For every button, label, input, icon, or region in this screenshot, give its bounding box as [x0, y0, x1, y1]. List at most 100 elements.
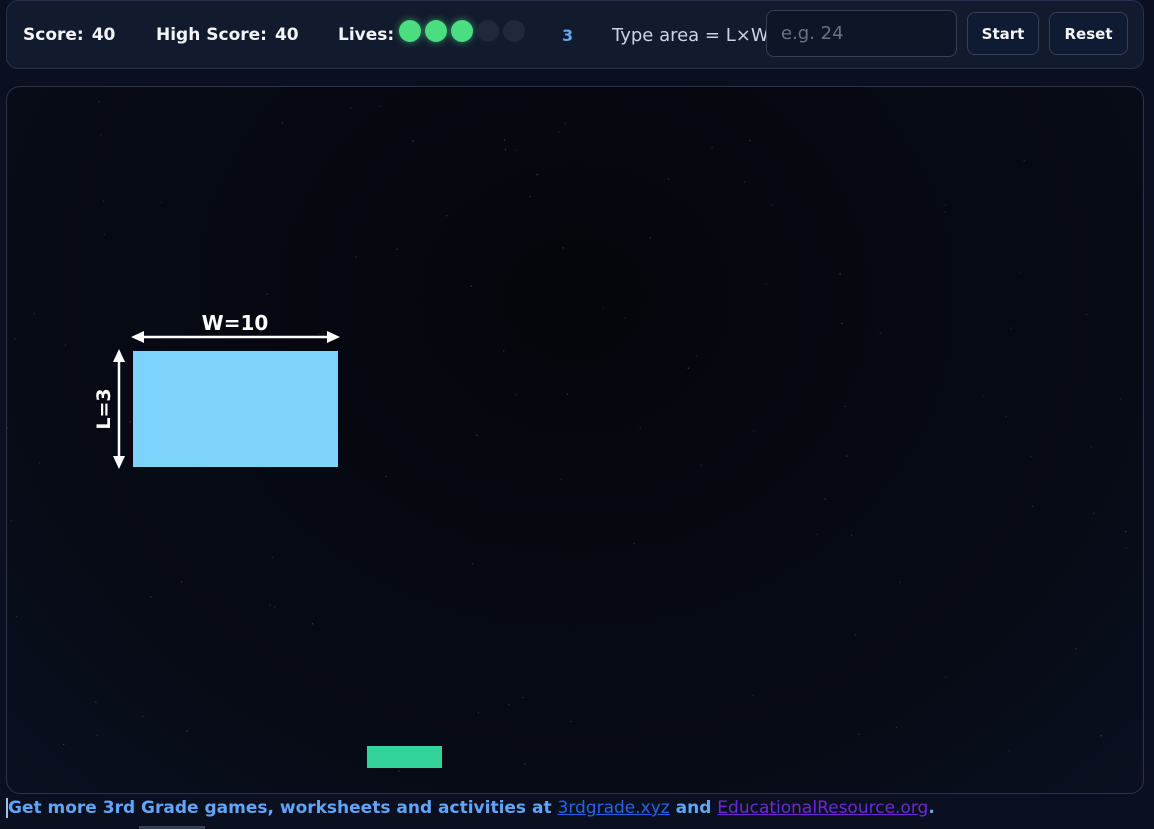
star: [562, 247, 564, 249]
star: [269, 604, 271, 606]
star: [355, 256, 357, 258]
star: [64, 344, 67, 347]
lives-count: 3: [562, 26, 574, 45]
star: [1008, 749, 1010, 752]
star: [7, 427, 8, 429]
star: [266, 293, 269, 295]
hud-bar: Score: 40 High Score: 40 Lives: 3 Type are…: [6, 0, 1144, 69]
star: [349, 106, 352, 109]
star: [1031, 505, 1034, 508]
star: [564, 122, 566, 125]
star: [103, 233, 106, 236]
star: [879, 332, 882, 334]
star: [1023, 159, 1025, 162]
star: [749, 139, 751, 142]
star: [62, 743, 65, 746]
star: [839, 272, 841, 275]
score-value: 40: [91, 25, 116, 45]
area-rectangle: [133, 351, 338, 467]
star: [475, 434, 478, 437]
star: [765, 282, 767, 285]
star: [95, 701, 97, 703]
star: [15, 615, 18, 618]
star: [412, 140, 414, 142]
star: [569, 720, 572, 723]
star: [445, 214, 448, 217]
star: [711, 146, 713, 149]
lives-display: Lives:: [338, 25, 394, 45]
star: [529, 195, 531, 198]
lives-label: Lives:: [338, 25, 395, 45]
star: [1090, 446, 1092, 448]
player-paddle[interactable]: [367, 746, 442, 768]
star: [667, 178, 670, 181]
star: [129, 420, 131, 423]
life-dot-full: [425, 20, 447, 42]
star: [639, 427, 642, 429]
area-prompt: Type area = L×W: [612, 25, 769, 46]
star: [1075, 648, 1077, 650]
star: [944, 676, 947, 679]
star: [102, 200, 104, 202]
width-label: W=10: [202, 311, 269, 335]
star: [1010, 327, 1012, 329]
star: [98, 100, 101, 103]
star: [602, 306, 605, 309]
star: [944, 211, 946, 213]
game-board[interactable]: W=10 L=3: [6, 86, 1144, 794]
star: [311, 622, 314, 625]
star: [515, 149, 517, 151]
life-dot-empty: [503, 20, 525, 42]
star: [700, 464, 702, 467]
footer-link-educationalresource[interactable]: EducationalResource.org: [717, 798, 928, 818]
star: [899, 581, 901, 584]
star: [180, 581, 183, 583]
star: [477, 712, 480, 714]
high-score-display: High Score: 40: [156, 25, 299, 45]
star: [558, 131, 560, 133]
life-dot-full: [399, 20, 421, 42]
star: [560, 478, 562, 481]
lives-indicator: [399, 20, 525, 42]
star: [470, 285, 473, 287]
star: [695, 355, 698, 357]
star: [142, 715, 144, 718]
star: [841, 322, 843, 325]
footer-link-3rdgrade[interactable]: 3rdgrade.xyz: [558, 798, 670, 818]
footer-text-after: .: [928, 798, 935, 818]
star: [1100, 735, 1102, 737]
star: [396, 248, 398, 250]
start-button[interactable]: Start: [967, 12, 1039, 55]
game-canvas: W=10 L=3: [7, 100, 1127, 772]
star: [271, 556, 274, 559]
star: [687, 367, 690, 370]
star: [38, 462, 41, 464]
star: [186, 730, 188, 732]
star: [385, 475, 388, 478]
score-label: Score:: [23, 25, 84, 45]
star: [379, 105, 382, 108]
star: [504, 148, 507, 151]
star: [507, 703, 510, 706]
star: [1124, 530, 1127, 533]
star: [771, 204, 773, 206]
star: [752, 694, 754, 697]
star: [515, 393, 518, 396]
star: [96, 734, 98, 737]
footer-text-before: Get more 3rd Grade games, worksheets and…: [8, 798, 558, 818]
star: [743, 181, 746, 183]
star: [624, 317, 626, 320]
star: [503, 139, 506, 141]
star: [895, 726, 898, 729]
star: [753, 430, 755, 432]
score-display: Score: 40: [23, 25, 115, 45]
length-label: L=3: [93, 388, 115, 429]
high-score-label: High Score:: [156, 25, 267, 45]
reset-button[interactable]: Reset: [1049, 12, 1128, 55]
star: [33, 312, 35, 315]
footer-text-middle: and: [669, 798, 718, 818]
answer-input[interactable]: [766, 10, 957, 57]
star: [536, 173, 538, 176]
star: [502, 350, 505, 352]
star: [10, 519, 12, 522]
